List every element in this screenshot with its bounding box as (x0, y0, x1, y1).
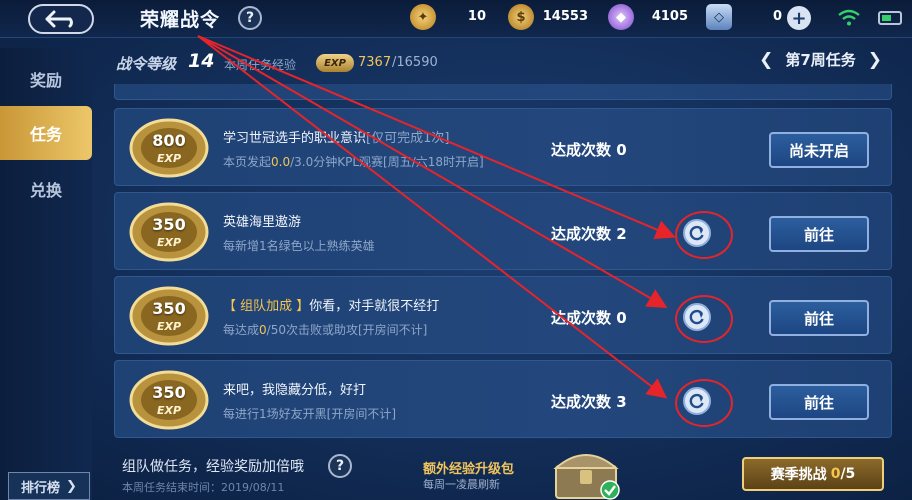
level-label: 战令等级 (116, 55, 177, 73)
week-end-time: 本周任务结束时间：2019/08/11 (122, 481, 285, 494)
task-desc-post: 1场好友开黑[开房间不计] (259, 407, 397, 421)
back-arrow-icon (45, 10, 73, 28)
gold-coin-icon: $ (508, 4, 534, 30)
exp-medal-icon: 800 EXP (127, 115, 211, 181)
task-desc-post: /3.0分钟KPL观赛[周五/六18时开启] (290, 155, 484, 169)
exp-badge-icon: EXP (316, 54, 354, 72)
completion-count: 达成次数 2 (551, 225, 627, 243)
task-desc-pre: 每新增 (223, 239, 260, 253)
task-description: 每达成0/50次击败或助攻[开房间不计] (223, 321, 427, 338)
go-button[interactable]: 前往 (769, 300, 869, 336)
season-challenge-label: 赛季挑战 (770, 467, 827, 483)
task-title: 英雄海里遨游 (223, 215, 302, 230)
go-button[interactable]: 前往 (769, 216, 869, 252)
exp-medal-icon: 350 EXP (127, 367, 211, 433)
top-bar: 荣耀战令 ? ✦ 10 $ 14553 ◆ 4105 ◇ 0 + (0, 0, 912, 38)
extra-exp-pack-subtitle: 每周一凌晨刷新 (423, 478, 500, 491)
level-number: 14 (188, 50, 215, 72)
task-title: 来吧，我隐藏分低，好打 (223, 383, 367, 398)
season-challenge-button[interactable]: 赛季挑战 0/5 (742, 457, 884, 491)
season-progress: 0 (830, 466, 841, 482)
team-help-button[interactable]: ? (328, 454, 352, 478)
task-title: 【 组队加成 】你看，对手就很不经打 (223, 295, 439, 314)
sidebar-item-tasks[interactable]: 任务 (0, 106, 92, 160)
task-description: 每新增1名绿色以上熟练英雄 (223, 237, 375, 254)
wifi-icon (838, 9, 860, 26)
team-tip: 组队做任务，经验奖励加倍哦 (122, 459, 304, 475)
back-button[interactable] (28, 4, 94, 34)
task-desc-highlight: 0.0 (271, 155, 291, 169)
diamond-icon: ◆ (608, 4, 634, 30)
diamond-count: 4105 (651, 9, 688, 24)
task-desc-pre: 每达成 (223, 323, 260, 337)
exp-medal-icon: 350 EXP (127, 199, 211, 265)
task-desc-post: 1名绿色以上熟练英雄 (259, 239, 375, 253)
page-title: 荣耀战令 (140, 9, 221, 31)
exp-amount: 350 (152, 383, 186, 402)
feather-token-count: 10 (467, 9, 486, 24)
not-open-button[interactable]: 尚未开启 (769, 132, 869, 168)
task-card-partial (114, 84, 892, 100)
leaderboard-label: 排行榜 (21, 480, 61, 496)
treasure-chest-icon[interactable] (548, 444, 624, 500)
pass-level-header: 战令等级 14 本周任务经验 EXP 7367 /16590 ❮ 第7周任务 ❯ (110, 46, 910, 80)
task-title: 学习世冠选手的职业意识[仅可完成1次] (223, 127, 449, 146)
exp-unit: EXP (156, 320, 182, 333)
task-title-text: 你看，对手就很不经打 (309, 299, 440, 314)
refresh-task-icon[interactable] (683, 219, 711, 247)
team-bonus-tag: 【 组队加成 】 (223, 299, 310, 314)
bottom-bar: 组队做任务，经验奖励加倍哦 ? 本周任务结束时间：2019/08/11 额外经验… (110, 448, 910, 500)
exp-current: 7367 (358, 55, 392, 70)
sidebar-item-exchange[interactable]: 兑换 (0, 162, 92, 216)
extra-exp-pack-title: 额外经验升级包 (423, 462, 515, 477)
completion-count: 达成次数 0 (551, 141, 627, 159)
next-week-chevron-icon[interactable]: ❯ (868, 50, 882, 70)
coupon-icon: ◇ (706, 4, 732, 30)
task-desc-post: /50次击败或助攻[开房间不计] (266, 323, 428, 337)
task-list[interactable]: 800 EXP 学习世冠选手的职业意识[仅可完成1次] 本页发起0.0/3.0分… (114, 84, 892, 440)
task-description: 本页发起0.0/3.0分钟KPL观赛[周五/六18时开启] (223, 153, 484, 170)
prev-week-chevron-icon[interactable]: ❮ (759, 50, 773, 70)
completion-count: 达成次数 0 (551, 309, 627, 327)
week-navigator: ❮ 第7周任务 ❯ (759, 49, 882, 70)
exp-amount: 800 (152, 131, 186, 150)
task-desc-highlight: 0 (259, 323, 267, 337)
week-title: 第7周任务 (785, 51, 856, 69)
task-title-text: 学习世冠选手的职业意识 (223, 131, 367, 146)
leaderboard-button[interactable]: 排行榜 ❯ (8, 472, 90, 500)
exp-amount: 350 (152, 215, 186, 234)
refresh-task-icon[interactable] (683, 303, 711, 331)
exp-max: /16590 (392, 55, 438, 70)
feather-token-icon: ✦ (410, 4, 436, 30)
sidebar-item-rewards[interactable]: 奖励 (0, 52, 92, 106)
exp-unit: EXP (156, 152, 182, 165)
task-card: 350 EXP 英雄海里遨游 每新增1名绿色以上熟练英雄 达成次数 2 前往 (114, 192, 892, 270)
week-exp-label: 本周任务经验 (224, 58, 297, 72)
battery-icon (878, 11, 902, 25)
sidebar: 奖励 任务 兑换 排行榜 ❯ (0, 48, 92, 500)
task-description: 每进行1场好友开黑[开房间不计] (223, 405, 396, 422)
coupon-count: 0 (772, 9, 782, 24)
task-desc-pre: 本页发起 (223, 155, 272, 169)
exp-unit: EXP (156, 404, 182, 417)
refresh-task-icon[interactable] (683, 387, 711, 415)
add-currency-button[interactable]: + (787, 6, 811, 30)
task-card: 350 EXP 【 组队加成 】你看，对手就很不经打 每达成0/50次击败或助攻… (114, 276, 892, 354)
task-card: 350 EXP 来吧，我隐藏分低，好打 每进行1场好友开黑[开房间不计] 达成次… (114, 360, 892, 438)
completion-count: 达成次数 3 (551, 393, 627, 411)
exp-medal-icon: 350 EXP (127, 283, 211, 349)
go-button[interactable]: 前往 (769, 384, 869, 420)
exp-amount: 350 (152, 299, 186, 318)
gold-coin-count: 14553 (542, 9, 588, 24)
task-title-suffix: [仅可完成1次] (366, 131, 450, 146)
season-total: /5 (840, 466, 856, 482)
task-desc-pre: 每进行 (223, 407, 260, 421)
chevron-right-icon: ❯ (66, 478, 77, 494)
exp-unit: EXP (156, 236, 182, 249)
task-card: 800 EXP 学习世冠选手的职业意识[仅可完成1次] 本页发起0.0/3.0分… (114, 108, 892, 186)
help-button[interactable]: ? (238, 6, 262, 30)
